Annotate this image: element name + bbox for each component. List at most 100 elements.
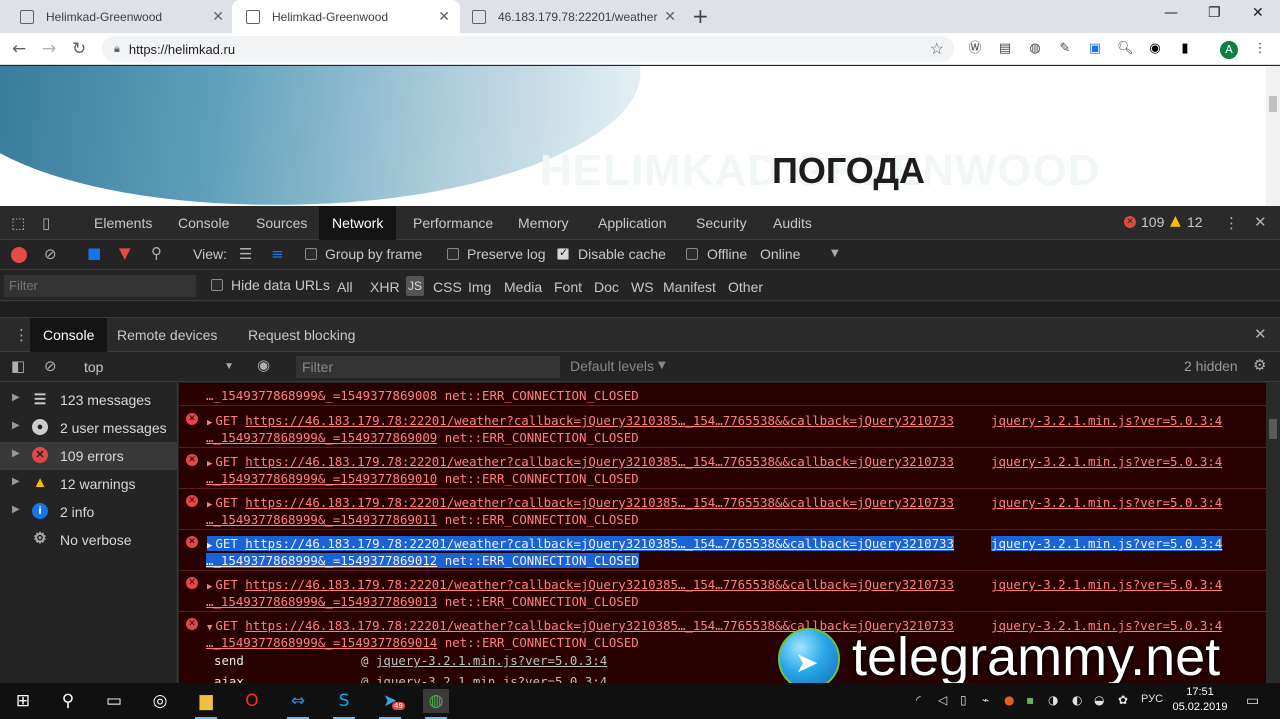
disable-cache-checkbox[interactable] — [557, 246, 569, 260]
source-link[interactable]: jquery-3.2.1.min.js?ver=5.0.3:4 — [991, 454, 1222, 469]
tray-app-icon[interactable]: ◑ — [1048, 693, 1058, 707]
maximize-icon[interactable]: ❐ — [1208, 5, 1221, 21]
notifications-icon[interactable]: ▭ — [1246, 693, 1259, 709]
extension-icon[interactable]: ▮ — [1177, 41, 1193, 57]
battery-icon[interactable]: ▯ — [960, 693, 967, 707]
request-url-link[interactable]: …_1549377868999&_=1549377869012 — [206, 553, 437, 568]
teamviewer-icon[interactable]: ⇔ — [285, 689, 311, 719]
tray-app-icon[interactable]: ▪ — [1026, 693, 1034, 707]
source-link[interactable]: jquery-3.2.1.min.js?ver=5.0.3:4 — [991, 495, 1222, 510]
extension-icon[interactable]: ✎ — [1057, 41, 1073, 57]
close-drawer-icon[interactable]: ✕ — [1254, 325, 1267, 343]
clear-icon[interactable]: ⊘ — [44, 245, 57, 263]
collapse-triangle-icon[interactable]: ▼ — [207, 623, 212, 633]
record-icon[interactable] — [11, 247, 27, 263]
extension-icon[interactable]: ▤ — [997, 41, 1013, 57]
live-expression-eye-icon[interactable]: ◉ — [257, 356, 270, 374]
bookmark-star-icon[interactable]: ☆ — [930, 39, 944, 59]
sidebar-item-info[interactable]: ▶ i 2 info — [0, 498, 178, 526]
chrome-app-icon[interactable]: ◍ — [423, 689, 449, 719]
address-bar[interactable]: 🔒︎ https://helimkad.ru ☆ — [102, 36, 954, 62]
tab-performance[interactable]: Performance — [413, 206, 493, 240]
request-url-link[interactable]: …_1549377868999&_=1549377869013 — [206, 594, 437, 609]
sidebar-toggle-icon[interactable]: ◧ — [11, 357, 25, 375]
request-url-link[interactable]: …_1549377868999&_=1549377869010 — [206, 471, 437, 486]
tab-elements[interactable]: Elements — [94, 206, 152, 240]
request-url-link[interactable]: https://46.183.179.78:22201/weather?call… — [245, 413, 954, 428]
profile-avatar[interactable]: A — [1220, 41, 1238, 59]
chevron-down-icon[interactable]: ▼ — [831, 248, 839, 259]
log-entry-selected[interactable]: ✕ ▶ GET https://46.183.179.78:22201/weath… — [179, 530, 1266, 571]
page-scrollbar[interactable] — [1266, 66, 1280, 206]
console-filter-input[interactable]: Filter — [296, 356, 560, 378]
drawer-tab-console[interactable]: Console — [30, 318, 108, 352]
drawer-tab-request-blocking[interactable]: Request blocking — [248, 318, 355, 352]
clear-console-icon[interactable]: ⊘ — [44, 357, 57, 375]
log-entry[interactable]: ✕ ▶ GET https://46.183.179.78:22201/weath… — [179, 407, 1266, 448]
expand-triangle-icon[interactable]: ▶ — [207, 459, 212, 469]
reload-icon[interactable]: ↻ — [72, 39, 86, 59]
expand-triangle-icon[interactable]: ▶ — [207, 541, 212, 551]
filter-js[interactable]: JS — [406, 276, 424, 296]
filter-manifest[interactable]: Manifest — [663, 279, 716, 295]
log-entry[interactable]: ✕ ▶ GET https://46.183.179.78:22201/weath… — [179, 571, 1266, 612]
network-icon[interactable]: ◜ — [916, 693, 921, 707]
terminal-app-icon[interactable]: ▭ — [101, 689, 127, 713]
sidebar-item-messages[interactable]: ▶ ☰ 123 messages — [0, 386, 178, 414]
source-link[interactable]: jquery-3.2.1.min.js?ver=5.0.3:4 — [991, 577, 1222, 592]
expand-triangle-icon[interactable]: ▶ — [12, 448, 20, 459]
log-entry[interactable]: ✕ ▶ GET https://46.183.179.78:22201/weath… — [179, 448, 1266, 489]
expand-triangle-icon[interactable]: ▶ — [12, 504, 20, 515]
input-language[interactable]: РУС — [1141, 693, 1163, 705]
tab-security[interactable]: Security — [696, 206, 747, 240]
search-icon[interactable]: ⚲ — [151, 244, 162, 262]
usb-icon[interactable]: ⌁ — [982, 693, 989, 707]
filter-all[interactable]: All — [337, 279, 353, 295]
filter-icon[interactable]: ▼ — [119, 244, 131, 262]
tab-memory[interactable]: Memory — [518, 206, 569, 240]
capture-screenshots-icon[interactable]: ■ — [87, 244, 101, 262]
lock-icon[interactable]: 🔒︎ — [114, 43, 120, 56]
file-explorer-icon[interactable]: ▆ — [193, 689, 219, 719]
expand-triangle-icon[interactable]: ▶ — [207, 418, 212, 428]
request-url-link[interactable]: …_1549377868999&_=1549377869011 — [206, 512, 437, 527]
browser-tab-3[interactable]: 46.183.179.78:22201/weather?cal ✕ — [458, 0, 686, 33]
inspect-element-icon[interactable]: ⬚ — [11, 214, 25, 232]
filter-css[interactable]: CSS — [433, 279, 462, 295]
expand-triangle-icon[interactable]: ▶ — [207, 582, 212, 592]
preserve-log-checkbox[interactable] — [447, 248, 459, 260]
close-tab-icon[interactable]: ✕ — [664, 8, 676, 25]
request-url-link[interactable]: https://46.183.179.78:22201/weather?call… — [245, 577, 954, 592]
stack-source-link[interactable]: jquery-3.2.1.min.js?ver=5.0.3:4 — [376, 653, 607, 668]
tab-application[interactable]: Application — [598, 206, 667, 240]
filter-media[interactable]: Media — [504, 279, 542, 295]
extension-icon[interactable]: ▣ — [1087, 41, 1103, 57]
sidebar-item-user-messages[interactable]: ▶ ● 2 user messages — [0, 414, 178, 442]
request-url-link[interactable]: …_1549377868999&_=1549377869014 — [206, 635, 437, 650]
tray-app-icon[interactable]: ● — [1004, 693, 1014, 707]
source-link[interactable]: jquery-3.2.1.min.js?ver=5.0.3:4 — [991, 536, 1223, 551]
large-rows-icon[interactable]: ☰ — [239, 245, 252, 263]
log-levels-select[interactable]: Default levels — [570, 358, 654, 374]
skype-icon[interactable]: S — [331, 689, 357, 719]
tray-app-icon[interactable]: ✿ — [1118, 693, 1128, 707]
tab-sources[interactable]: Sources — [256, 206, 307, 240]
filter-font[interactable]: Font — [554, 279, 582, 295]
console-settings-gear-icon[interactable]: ⚙ — [1253, 356, 1266, 374]
log-entry[interactable]: ✕ ▶ GET https://46.183.179.78:22201/weath… — [179, 489, 1266, 530]
context-select[interactable]: top ▼ — [78, 356, 238, 378]
request-url-link[interactable]: https://46.183.179.78:22201/weather?call… — [245, 536, 954, 551]
minimize-icon[interactable]: — — [1164, 5, 1178, 21]
forward-icon[interactable]: → — [42, 39, 56, 59]
expand-triangle-icon[interactable]: ▶ — [207, 500, 212, 510]
tray-app-icon[interactable]: ◒ — [1094, 693, 1104, 707]
expand-triangle-icon[interactable]: ▶ — [12, 476, 20, 487]
browser-tab-2[interactable]: Helimkad-Greenwood ✕ — [232, 0, 460, 33]
request-url-link[interactable]: https://46.183.179.78:22201/weather?call… — [245, 618, 954, 633]
back-icon[interactable]: ← — [12, 39, 26, 59]
request-url-link[interactable]: https://46.183.179.78:22201/weather?call… — [245, 495, 954, 510]
console-scrollbar[interactable] — [1266, 383, 1280, 683]
sidebar-item-warnings[interactable]: ▶ ▲ 12 warnings — [0, 470, 178, 498]
close-tab-icon[interactable]: ✕ — [212, 8, 224, 25]
request-url-link[interactable]: …_1549377868999&_=1549377869009 — [206, 430, 437, 445]
